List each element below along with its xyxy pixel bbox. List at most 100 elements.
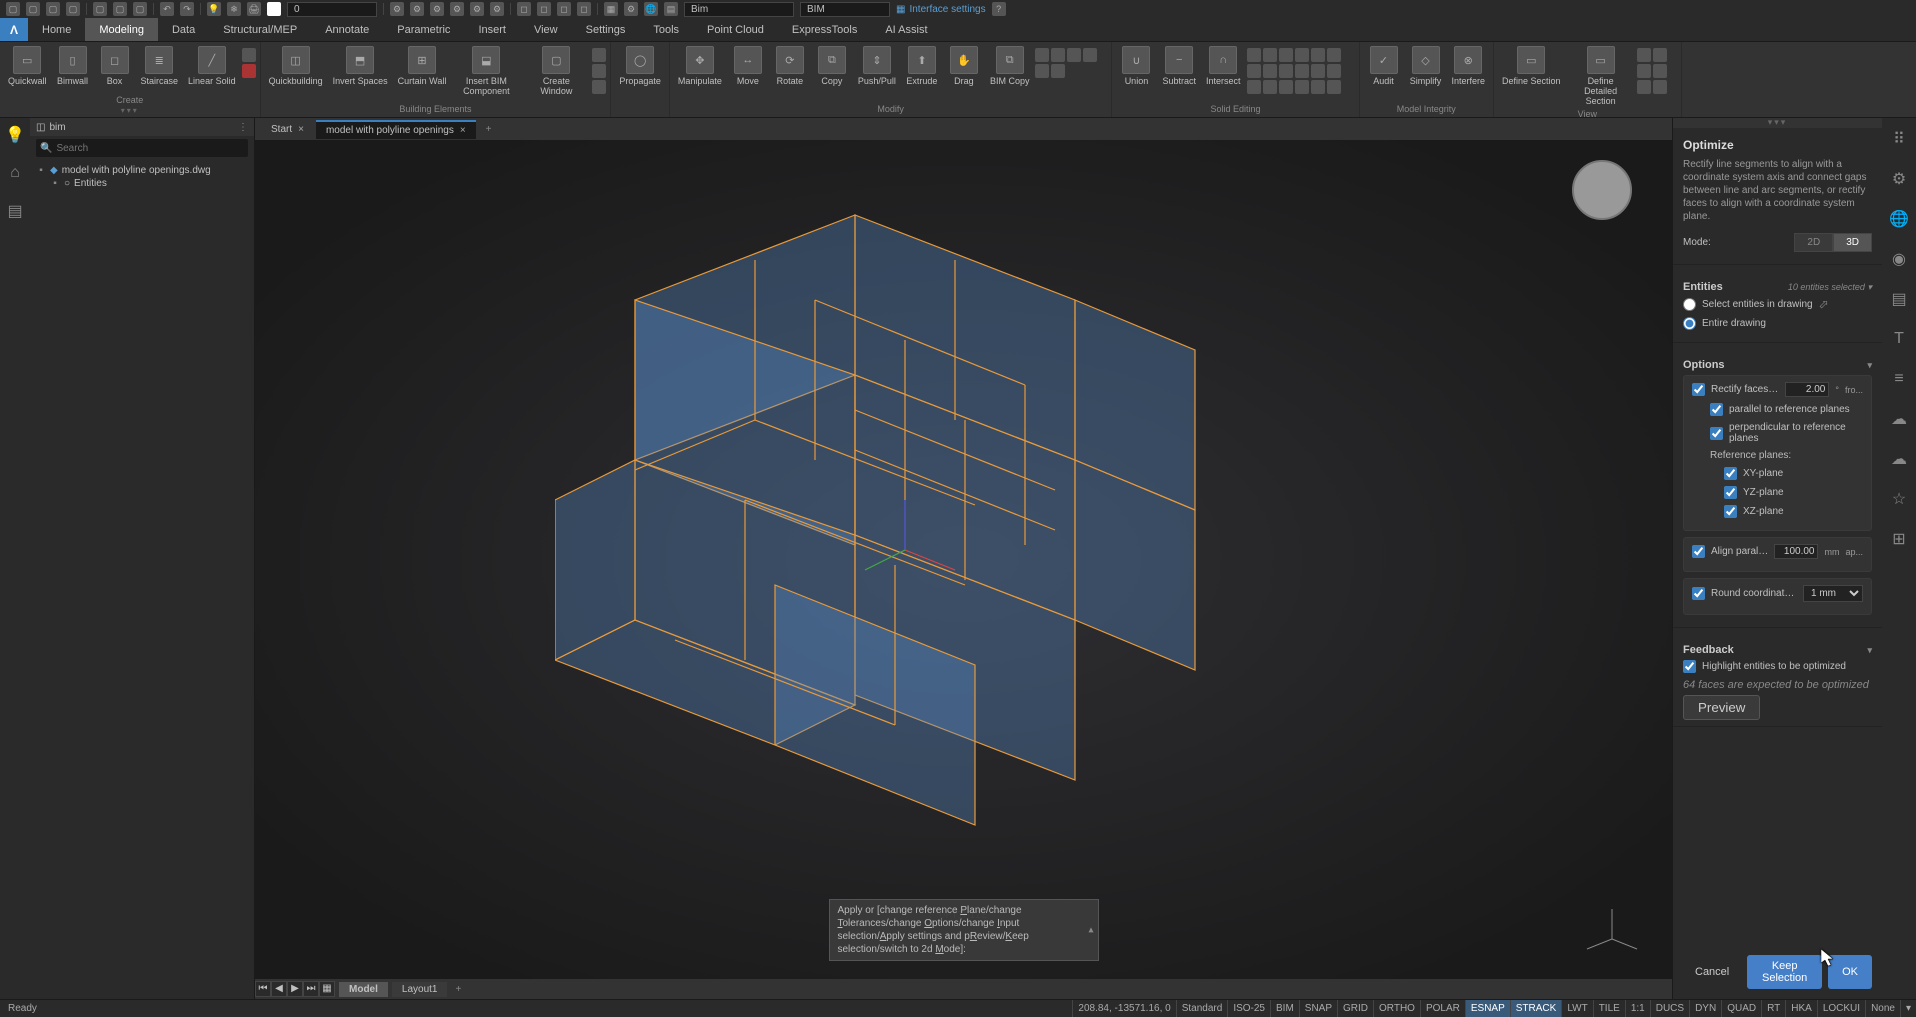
btn-intersect[interactable]: ∩Intersect [1202, 44, 1245, 103]
btn-rotate[interactable]: ⟳Rotate [770, 44, 810, 103]
t[interactable] [1311, 80, 1325, 94]
mode-2d[interactable]: 2D [1794, 233, 1833, 252]
tool-icon[interactable] [1083, 48, 1097, 62]
menu-parametric[interactable]: Parametric [383, 18, 464, 41]
t[interactable] [1637, 80, 1651, 94]
chk-rectify-faces[interactable] [1692, 383, 1705, 396]
t[interactable] [1295, 48, 1309, 62]
btn-bimcopy[interactable]: ⧉BIM Copy [986, 44, 1034, 103]
chevron-down-icon[interactable]: ▾ [1867, 645, 1872, 656]
menu-home[interactable]: Home [28, 18, 85, 41]
command-line[interactable]: Apply or [change reference Plane/change … [829, 899, 1099, 961]
input-rectify-val[interactable] [1785, 382, 1829, 397]
status-ortho[interactable]: ORTHO [1373, 1000, 1420, 1017]
tool-icon[interactable]: ⚙ [390, 2, 404, 16]
menu-view[interactable]: View [520, 18, 572, 41]
expand-arrow-icon[interactable]: ▴ [1088, 925, 1093, 936]
status-none[interactable]: None [1865, 1000, 1900, 1017]
t[interactable] [1295, 80, 1309, 94]
chk-yz[interactable] [1724, 486, 1737, 499]
btn-move[interactable]: ↔Move [728, 44, 768, 103]
import-icon[interactable]: ▢ [113, 2, 127, 16]
tool-icon[interactable]: ⚙ [430, 2, 444, 16]
t[interactable] [1263, 64, 1277, 78]
layout-list[interactable]: ▦ [319, 981, 335, 997]
interface-settings-link[interactable]: ▦Interface settings [896, 4, 986, 15]
panel-menu-icon[interactable]: ⋮ [238, 122, 248, 133]
menu-settings[interactable]: Settings [572, 18, 640, 41]
status-esnap[interactable]: ESNAP [1465, 1000, 1510, 1017]
print-icon[interactable]: 🖨 [247, 2, 261, 16]
panel-handle-icon[interactable]: ▾▾▾ [1673, 118, 1882, 128]
btn-createwindow[interactable]: ▢Create Window [522, 44, 590, 103]
menu-tools[interactable]: Tools [639, 18, 693, 41]
chevron-down-icon[interactable]: ▾ [1867, 360, 1872, 371]
tab-active-doc[interactable]: model with polyline openings× [316, 120, 476, 139]
btn-detailsection[interactable]: ▭Define Detailed Section [1567, 44, 1635, 108]
sound-icon[interactable]: ◉ [1890, 250, 1908, 268]
layout-prev[interactable]: ◀ [271, 981, 287, 997]
open-icon[interactable]: ▢ [26, 2, 40, 16]
layer-dropdown[interactable]: 0 [287, 2, 377, 17]
layout-first[interactable]: ⏮ [255, 981, 271, 997]
t[interactable] [1327, 48, 1341, 62]
t[interactable] [1295, 64, 1309, 78]
t[interactable] [1653, 48, 1667, 62]
status-polar[interactable]: POLAR [1420, 1000, 1465, 1017]
small-tool-icon[interactable] [592, 48, 606, 62]
t[interactable] [1247, 80, 1261, 94]
layer-color-icon[interactable] [267, 2, 281, 16]
panel-icon[interactable]: ⠿ [1890, 130, 1908, 148]
keep-selection-button[interactable]: Keep Selection [1747, 955, 1822, 989]
tool-icon[interactable]: ⚙ [450, 2, 464, 16]
tips-icon[interactable]: 💡 [6, 126, 24, 144]
tool-icon[interactable] [1051, 48, 1065, 62]
btn-curtainwall[interactable]: ⊞Curtain Wall [394, 44, 451, 103]
chk-xz[interactable] [1724, 505, 1737, 518]
props-icon[interactable]: ▤ [664, 2, 678, 16]
menu-annotate[interactable]: Annotate [311, 18, 383, 41]
mode-3d[interactable]: 3D [1833, 233, 1872, 252]
status-ducs[interactable]: DUCS [1650, 1000, 1689, 1017]
status-rt[interactable]: RT [1761, 1000, 1785, 1017]
chk-round-coords[interactable] [1692, 587, 1705, 600]
menu-aiassist[interactable]: AI Assist [871, 18, 941, 41]
cloud-icon[interactable]: ☁ [1890, 450, 1908, 468]
t[interactable] [1311, 48, 1325, 62]
btn-box[interactable]: ◻Box [95, 44, 135, 94]
options-header[interactable]: Options ▾ [1683, 359, 1872, 371]
t[interactable] [1263, 48, 1277, 62]
tree-entities-row[interactable]: ▪○Entities [36, 177, 248, 190]
btn-simplify[interactable]: ◇Simplify [1406, 44, 1446, 103]
status-snap[interactable]: SNAP [1299, 1000, 1337, 1017]
chk-align-parallel[interactable] [1692, 545, 1705, 558]
btn-definesection[interactable]: ▭Define Section [1498, 44, 1565, 108]
attach-icon[interactable]: ▢ [133, 2, 147, 16]
status-hka[interactable]: HKA [1785, 1000, 1817, 1017]
3d-viewport[interactable]: : OPTIMIZE Apply or [change reference Pl… [255, 140, 1672, 979]
t[interactable] [1637, 48, 1651, 62]
btn-propagate[interactable]: ◯Propagate [615, 44, 665, 113]
tool-icon[interactable]: ⚙ [410, 2, 424, 16]
structure-icon[interactable]: ▤ [6, 202, 24, 220]
radio-select-entities[interactable]: Select entities in drawing ⬀ [1683, 297, 1872, 311]
view-cube[interactable] [1572, 160, 1632, 220]
small-tool-icon[interactable] [592, 64, 606, 78]
chevron-down-icon[interactable]: ▾ [1867, 282, 1872, 292]
globe-icon[interactable]: 🌐 [644, 2, 658, 16]
t[interactable] [1263, 80, 1277, 94]
status-scale[interactable]: 1:1 [1625, 1000, 1650, 1017]
btn-interfere[interactable]: ⊗Interfere [1448, 44, 1490, 103]
tool-icon[interactable] [1035, 64, 1049, 78]
status-tile[interactable]: TILE [1593, 1000, 1625, 1017]
layer-bulb-icon[interactable]: 💡 [207, 2, 221, 16]
small-tool-icon[interactable] [242, 64, 256, 78]
btn-quickbuilding[interactable]: ◫Quickbuilding [265, 44, 327, 103]
menu-structural[interactable]: Structural/MEP [209, 18, 311, 41]
btn-pushpull[interactable]: ⇕Push/Pull [854, 44, 900, 103]
tab-start[interactable]: Start× [261, 121, 314, 138]
search-box[interactable]: 🔍 [36, 139, 248, 157]
btn-union[interactable]: ∪Union [1116, 44, 1156, 103]
t[interactable] [1637, 64, 1651, 78]
btn-audit[interactable]: ✓Audit [1364, 44, 1404, 103]
